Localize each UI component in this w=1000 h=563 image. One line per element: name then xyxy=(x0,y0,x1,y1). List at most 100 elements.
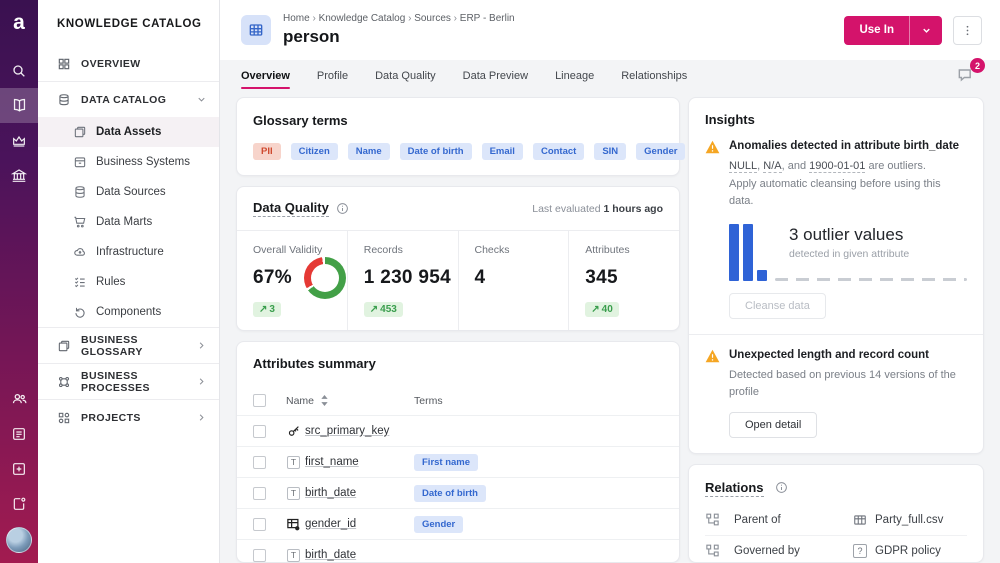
attribute-link[interactable]: first_name xyxy=(305,456,414,468)
sidebar-item-business-systems[interactable]: Business Systems xyxy=(38,147,219,177)
info-icon[interactable] xyxy=(336,202,349,215)
row-checkbox[interactable] xyxy=(253,549,266,562)
outlier-value[interactable]: 1900-01-01 xyxy=(809,160,865,173)
breadcrumb-home[interactable]: Home xyxy=(283,13,319,24)
glossary-tag[interactable]: Contact xyxy=(533,143,584,160)
stat-label: Overall Validity xyxy=(253,244,333,256)
device-status-icon[interactable] xyxy=(0,486,38,521)
row-checkbox[interactable] xyxy=(253,425,266,438)
attribute-link[interactable]: birth_date xyxy=(305,549,414,561)
anomaly-description: NULL, N/A, and 1900-01-01 are outliers. … xyxy=(729,158,967,211)
sidebar-item-components[interactable]: Components xyxy=(38,297,219,327)
row-checkbox[interactable] xyxy=(253,487,266,500)
glossary-tag[interactable]: Gender xyxy=(636,143,685,160)
users-icon[interactable] xyxy=(0,381,38,416)
sidebar-item-overview[interactable]: OVERVIEW xyxy=(38,46,219,81)
length-warning-description: Detected based on previous 14 versions o… xyxy=(729,367,967,402)
glossary-tag[interactable]: SIN xyxy=(594,143,626,160)
warning-icon xyxy=(705,140,720,319)
user-avatar[interactable] xyxy=(6,527,32,553)
crown-icon[interactable] xyxy=(0,123,38,158)
content-left-column: Glossary terms PII Citizen Name Date of … xyxy=(236,97,680,563)
relation-target[interactable]: ? GDPR policy xyxy=(853,544,967,558)
use-in-dropdown-button[interactable] xyxy=(909,16,942,45)
attribute-link[interactable]: src_primary_key xyxy=(305,425,414,437)
warning-icon xyxy=(705,349,720,438)
header-actions: Use In xyxy=(844,16,982,45)
chevron-down-icon xyxy=(196,94,207,105)
glossary-tag[interactable]: Email xyxy=(482,143,523,160)
more-options-button[interactable] xyxy=(953,16,982,45)
info-icon[interactable] xyxy=(775,481,788,494)
attribute-row: src_primary_key xyxy=(237,415,679,446)
tab-profile[interactable]: Profile xyxy=(317,68,348,91)
attribute-row: T birth_date xyxy=(237,539,679,563)
tab-lineage[interactable]: Lineage xyxy=(555,68,594,91)
tab-data-quality[interactable]: Data Quality xyxy=(375,68,436,91)
breadcrumb-knowledge-catalog[interactable]: Knowledge Catalog xyxy=(319,13,415,24)
relation-type[interactable]: Governed by xyxy=(734,545,853,557)
sidebar-item-data-marts[interactable]: Data Marts xyxy=(38,207,219,237)
glossary-tag[interactable]: Name xyxy=(348,143,390,160)
glossary-terms-title: Glossary terms xyxy=(253,113,348,128)
outlier-count: 3 outlier values xyxy=(789,225,909,245)
infrastructure-icon xyxy=(73,245,87,259)
app-root: a KNOWLEDGE CATALOG O xyxy=(0,0,1000,563)
attribute-link[interactable]: birth_date xyxy=(305,487,414,499)
sidebar-item-projects[interactable]: PROJECTS xyxy=(38,400,219,435)
glossary-tag[interactable]: PII xyxy=(253,143,281,160)
stat-value: 1 230 954 xyxy=(364,267,451,289)
sidebar-item-business-glossary[interactable]: BUSINESS GLOSSARY xyxy=(38,328,219,363)
use-in-button[interactable]: Use In xyxy=(844,16,909,45)
outlier-value[interactable]: N/A xyxy=(763,160,781,173)
notes-icon[interactable] xyxy=(0,416,38,451)
sidebar-item-data-sources[interactable]: Data Sources xyxy=(38,177,219,207)
relation-flow-icon xyxy=(705,512,720,527)
term-tag[interactable]: First name xyxy=(414,454,478,471)
row-checkbox[interactable] xyxy=(253,518,266,531)
cleanse-data-button[interactable]: Cleanse data xyxy=(729,293,826,319)
table-entity-icon xyxy=(241,15,271,45)
search-icon[interactable] xyxy=(0,53,38,88)
relation-target[interactable]: Party_full.csv xyxy=(853,513,967,527)
sort-icon[interactable] xyxy=(320,395,329,406)
length-warning: Unexpected length and record count Detec… xyxy=(705,349,967,438)
sidebar-item-business-processes[interactable]: BUSINESS PROCESSES xyxy=(38,364,219,399)
attribute-link[interactable]: gender_id xyxy=(305,518,414,530)
tab-overview[interactable]: Overview xyxy=(241,68,290,91)
glossary-tag[interactable]: Date of birth xyxy=(400,143,472,160)
select-all-checkbox[interactable] xyxy=(253,394,266,407)
open-detail-button[interactable]: Open detail xyxy=(729,412,817,438)
relation-type[interactable]: Parent of xyxy=(734,514,853,526)
sidebar-item-data-assets[interactable]: Data Assets xyxy=(38,117,219,147)
knowledge-catalog-icon[interactable] xyxy=(0,88,38,123)
arrow-up-right-icon: ↗ xyxy=(259,304,267,315)
relations-title[interactable]: Relations xyxy=(705,480,764,497)
breadcrumb-sources[interactable]: Sources xyxy=(414,13,460,24)
row-checkbox[interactable] xyxy=(253,456,266,469)
tab-relationships[interactable]: Relationships xyxy=(621,68,687,91)
comments-icon[interactable]: 2 xyxy=(956,65,978,87)
integrations-icon[interactable] xyxy=(0,451,38,486)
term-tag[interactable]: Gender xyxy=(414,516,463,533)
data-quality-title[interactable]: Data Quality xyxy=(253,200,329,217)
outlier-value[interactable]: NULL xyxy=(729,160,757,173)
anomaly-warning-body: Anomalies detected in attribute birth_da… xyxy=(729,140,967,319)
data-quality-card: Data Quality Last evaluated 1 hours ago … xyxy=(236,186,680,331)
grid-icon xyxy=(57,57,71,71)
sidebar-item-data-catalog[interactable]: DATA CATALOG xyxy=(38,82,219,117)
sidebar-item-infrastructure[interactable]: Infrastructure xyxy=(38,237,219,267)
validity-donut-chart xyxy=(304,257,346,299)
institution-icon[interactable] xyxy=(0,158,38,193)
insights-card: Insights Anomalies detected in attribute… xyxy=(688,97,984,454)
sidebar-item-label: BUSINESS GLOSSARY xyxy=(81,334,186,358)
glossary-tag[interactable]: Citizen xyxy=(291,143,338,160)
text-type-icon: T xyxy=(286,549,301,562)
column-header-name[interactable]: Name xyxy=(286,395,314,407)
sidebar-item-rules[interactable]: Rules xyxy=(38,267,219,297)
chart-baseline-dashes xyxy=(775,278,967,281)
ataccama-logo[interactable]: a xyxy=(13,12,25,33)
business-processes-icon xyxy=(57,375,71,389)
term-tag[interactable]: Date of birth xyxy=(414,485,486,502)
tab-data-preview[interactable]: Data Preview xyxy=(463,68,528,91)
